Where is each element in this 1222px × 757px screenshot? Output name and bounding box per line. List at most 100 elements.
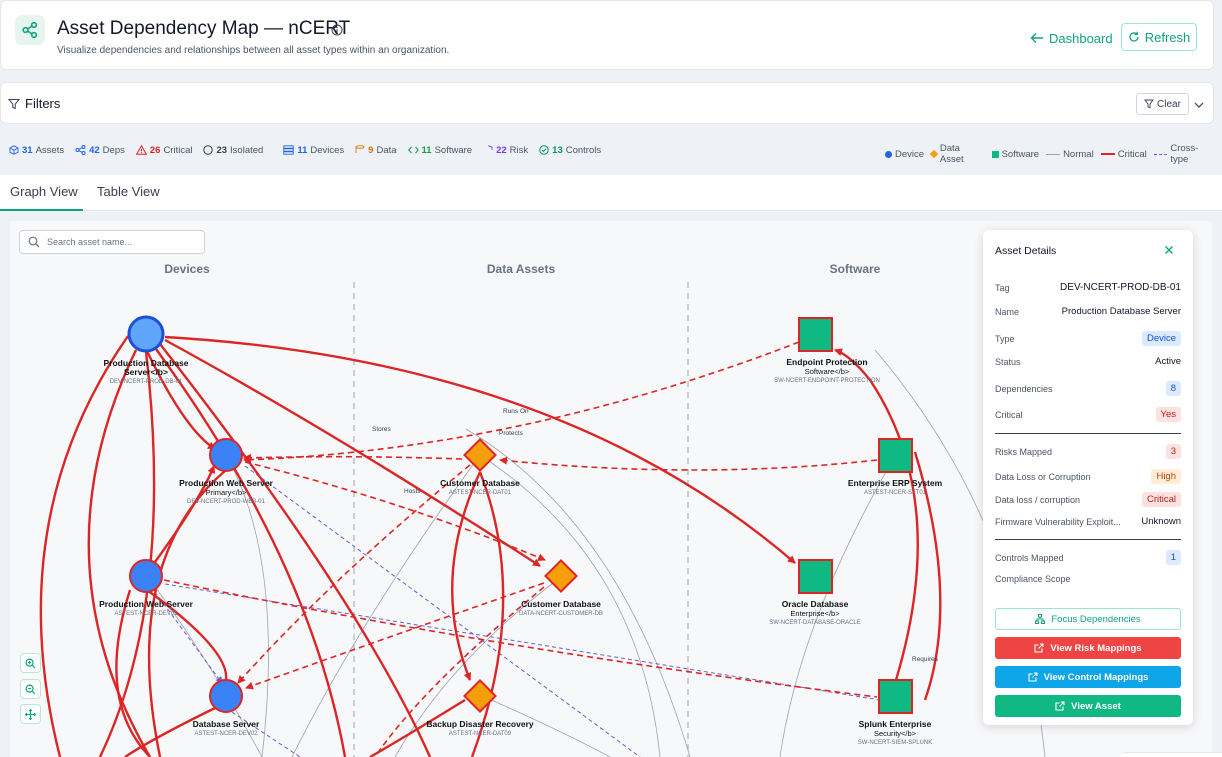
refresh-button[interactable]: Refresh bbox=[1121, 23, 1197, 51]
legend-data-asset: Data Asset bbox=[929, 143, 985, 165]
software-node[interactable] bbox=[798, 559, 833, 594]
node-name: Customer Database bbox=[521, 599, 601, 609]
detail-row-controls-mapped: Controls Mapped 1 bbox=[995, 550, 1181, 565]
legend-software: Software bbox=[991, 149, 1039, 160]
filters-toggle[interactable]: Filters bbox=[8, 96, 60, 111]
node-name: Production Web Server bbox=[179, 478, 274, 488]
device-node[interactable] bbox=[129, 559, 163, 593]
dashboard-button[interactable]: Dashboard bbox=[1030, 27, 1113, 49]
node-tag: ASTEST-NCER-DAT01 bbox=[449, 490, 512, 496]
tab-table-view[interactable]: Table View bbox=[97, 184, 160, 199]
device-node[interactable] bbox=[209, 679, 243, 713]
search-box[interactable] bbox=[19, 230, 205, 254]
view-control-mappings-button[interactable]: View Control Mappings bbox=[995, 666, 1181, 688]
edge-label-requires: Requires bbox=[912, 656, 939, 663]
detail-label: Risks Mapped bbox=[995, 446, 1053, 457]
clear-label: Clear bbox=[1157, 98, 1181, 110]
device-node-selected[interactable] bbox=[127, 315, 165, 353]
detail-label: Type bbox=[995, 333, 1015, 344]
legend-normal-line bbox=[1046, 153, 1061, 155]
node-tag: SW-NCERT-ENDPOINT-PROTECTION bbox=[774, 378, 880, 384]
node-tag: SW-NCERT-DATABASE-ORACLE bbox=[769, 620, 861, 626]
stat-critical: 26 Critical bbox=[135, 144, 193, 156]
search-input[interactable] bbox=[47, 237, 197, 247]
edge-critical bbox=[470, 471, 505, 757]
edge-critical-dashed bbox=[243, 453, 463, 462]
data-node[interactable] bbox=[463, 679, 497, 713]
detail-value: Production Database Server bbox=[1061, 306, 1181, 317]
detail-value: Unknown bbox=[1141, 516, 1181, 527]
shield-icon bbox=[483, 145, 493, 155]
stat-value: 23 bbox=[216, 144, 228, 156]
details-divider bbox=[995, 539, 1181, 540]
share-icon bbox=[75, 145, 86, 155]
detail-row-status: Status Active bbox=[995, 356, 1181, 367]
stat-controls: 13 Controls bbox=[539, 145, 601, 156]
node-tag: DATA-NCERT-CUSTOMER-DB bbox=[519, 611, 603, 617]
zoom-in-icon bbox=[25, 657, 36, 668]
zoom-in-button[interactable] bbox=[20, 653, 41, 673]
asset-details-title: Asset Details bbox=[995, 245, 1057, 257]
view-risk-mappings-button[interactable]: View Risk Mappings bbox=[995, 637, 1181, 659]
device-node[interactable] bbox=[209, 438, 243, 472]
zoom-out-button[interactable] bbox=[20, 679, 41, 699]
detail-label: Compliance Scope bbox=[995, 574, 1071, 584]
stat-label: Critical bbox=[163, 144, 193, 156]
legend-normal: Normal bbox=[1046, 149, 1094, 160]
circle-icon bbox=[203, 145, 214, 155]
info-icon[interactable] bbox=[331, 23, 343, 41]
edge-critical-dashed bbox=[245, 582, 545, 690]
data-node[interactable] bbox=[544, 559, 578, 593]
stat-label: Isolated bbox=[230, 144, 264, 156]
legend-critical-line bbox=[1100, 153, 1115, 155]
external-link-icon bbox=[1028, 672, 1038, 682]
software-node[interactable] bbox=[878, 438, 913, 473]
active-tab-indicator bbox=[0, 209, 83, 211]
view-asset-button[interactable]: View Asset bbox=[995, 695, 1181, 717]
sitemap-icon bbox=[1035, 614, 1046, 624]
software-node[interactable] bbox=[878, 679, 913, 714]
focus-dependencies-button[interactable]: Focus Dependencies bbox=[995, 608, 1181, 630]
stat-value: 9 bbox=[368, 144, 374, 156]
edge-critical bbox=[155, 348, 347, 757]
chevron-down-icon[interactable] bbox=[1194, 96, 1204, 114]
detail-label: Data loss / corruption bbox=[995, 494, 1081, 505]
stat-deps: 42 Deps bbox=[75, 145, 125, 156]
node-name: Enterprise ERP System bbox=[848, 478, 943, 488]
stat-value: 42 bbox=[89, 144, 100, 156]
edge-label-protects: Protects bbox=[499, 430, 524, 437]
node-name: Oracle Database bbox=[782, 599, 849, 609]
detail-label: Data Loss or Corruption bbox=[995, 471, 1091, 482]
filter-icon bbox=[8, 98, 20, 109]
dashboard-label: Dashboard bbox=[1049, 30, 1113, 46]
close-icon[interactable] bbox=[1164, 242, 1174, 260]
fit-view-button[interactable] bbox=[20, 704, 41, 724]
database-icon bbox=[355, 145, 365, 155]
detail-value: 1 bbox=[1165, 550, 1181, 565]
edge-critical bbox=[834, 348, 919, 681]
node-name: Backup Disaster Recovery bbox=[426, 719, 534, 729]
tab-graph-view[interactable]: Graph View bbox=[10, 184, 78, 199]
edge-label-stores: Stores bbox=[372, 426, 392, 433]
arrow-left-icon bbox=[1030, 33, 1043, 43]
edge-critical-dashed bbox=[243, 341, 800, 464]
stat-isolated: 23 Isolated bbox=[203, 145, 263, 156]
stat-data: 9 Data bbox=[355, 144, 397, 156]
legend-data-swatch bbox=[929, 149, 939, 159]
column-title-software: Software bbox=[830, 262, 881, 276]
edge-label-hosts: Hosts bbox=[404, 488, 421, 495]
clear-filters-button[interactable]: Clear bbox=[1136, 93, 1189, 115]
detail-value: Device bbox=[1141, 331, 1181, 346]
stat-label: Controls bbox=[565, 144, 602, 156]
detail-row-compliance-scope: Compliance Scope bbox=[995, 574, 1181, 584]
software-node[interactable] bbox=[798, 317, 833, 352]
detail-row-name: Name Production Database Server bbox=[995, 306, 1181, 317]
stat-assets: 31 Assets bbox=[9, 145, 64, 156]
stat-devices: 11 Devices bbox=[283, 145, 344, 156]
stat-value: 13 bbox=[552, 144, 563, 156]
view-tabs: Graph View Table View bbox=[0, 175, 1222, 211]
stat-label: Deps bbox=[102, 144, 125, 156]
page-header: Asset Dependency Map — nCERT Visualize d… bbox=[0, 0, 1214, 70]
edge-critical bbox=[98, 351, 156, 757]
detail-row-firmware-vulnerability-exploit: Firmware Vulnerability Exploit... Unknown bbox=[995, 516, 1181, 527]
